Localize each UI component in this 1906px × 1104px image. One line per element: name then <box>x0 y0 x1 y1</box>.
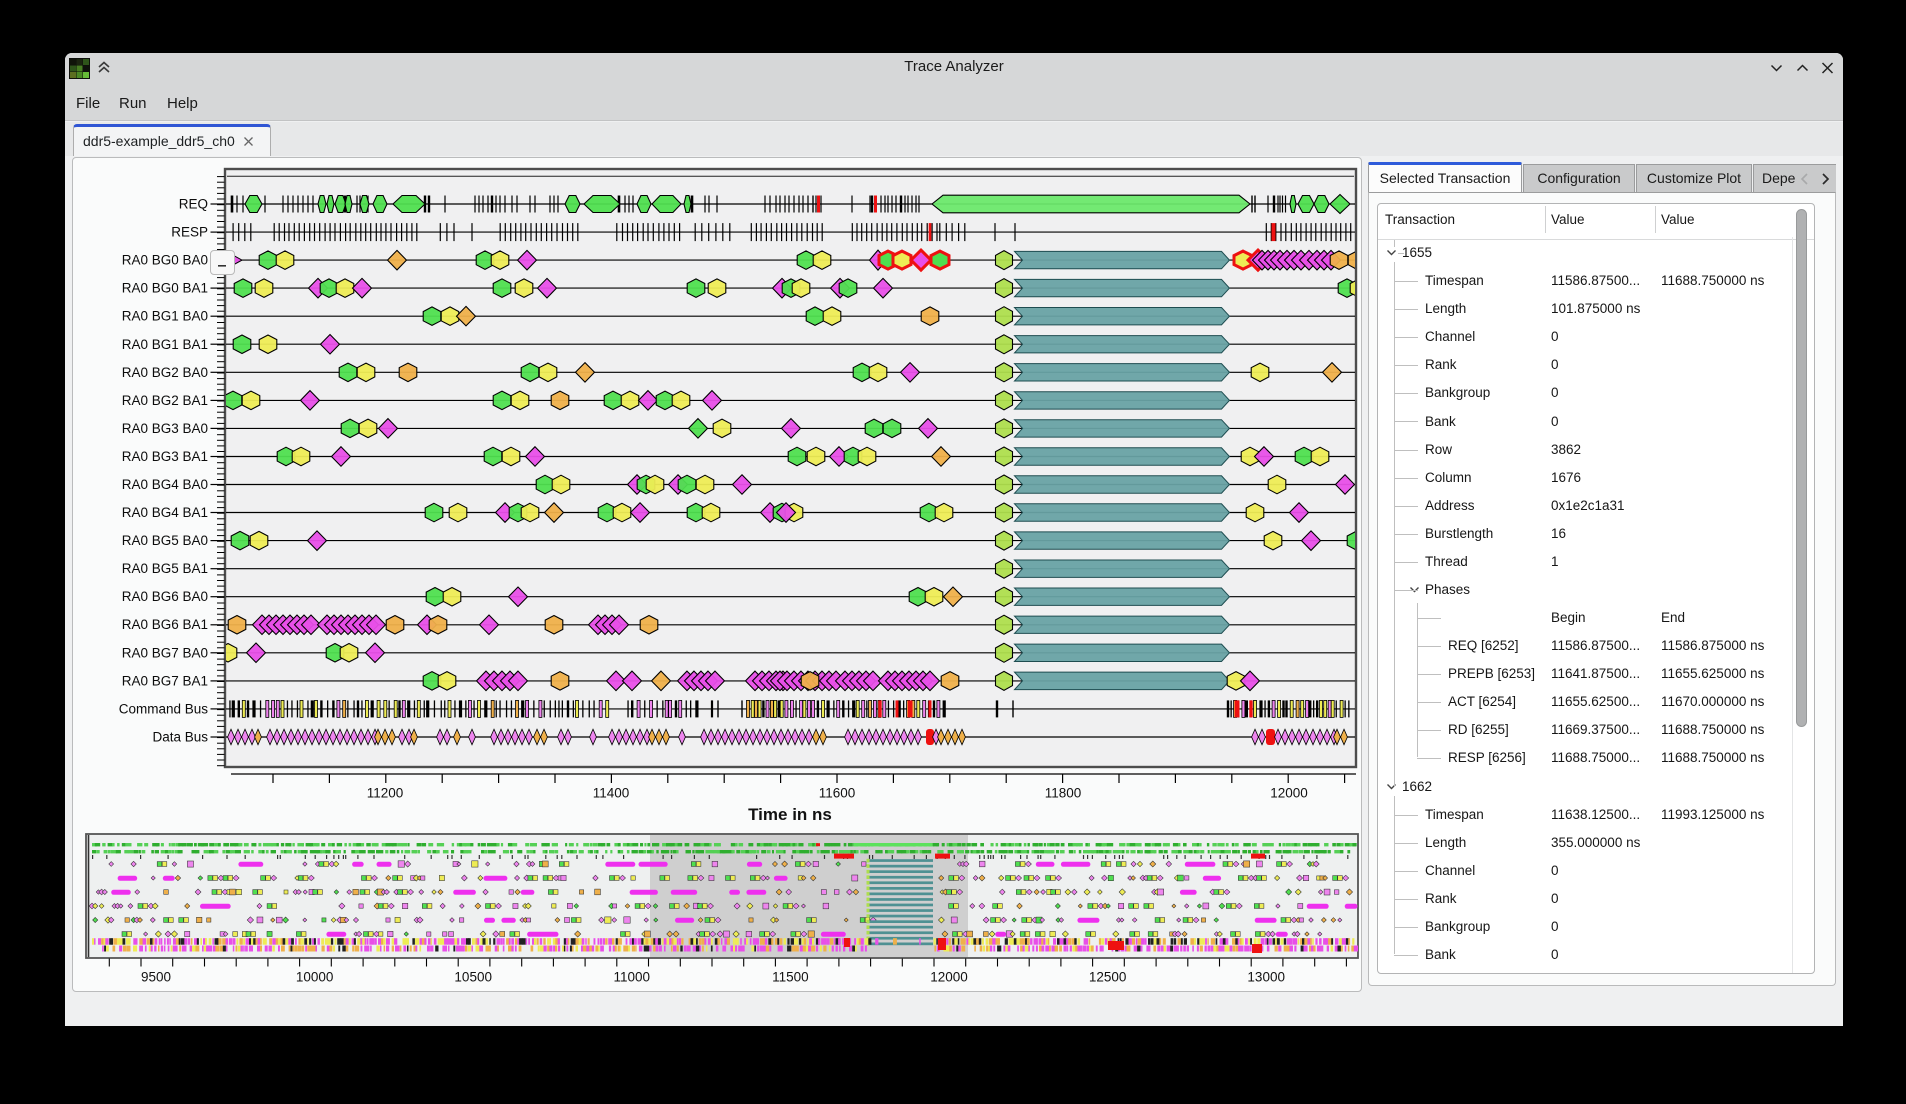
svg-text:RA0 BG0 BA0: RA0 BG0 BA0 <box>122 253 208 268</box>
svg-text:RESP: RESP <box>171 225 208 240</box>
svg-text:11000: 11000 <box>614 970 651 985</box>
svg-text:11200: 11200 <box>367 786 404 801</box>
svg-text:RA0 BG7 BA1: RA0 BG7 BA1 <box>122 673 208 688</box>
svg-text:Data Bus: Data Bus <box>152 730 208 745</box>
svg-text:12500: 12500 <box>1089 970 1127 985</box>
svg-text:RA0 BG2 BA0: RA0 BG2 BA0 <box>122 365 208 380</box>
svg-text:RA0 BG7 BA0: RA0 BG7 BA0 <box>122 645 208 660</box>
svg-text:RA0 BG1 BA0: RA0 BG1 BA0 <box>122 309 208 324</box>
svg-text:11600: 11600 <box>819 786 856 801</box>
svg-text:RA0 BG1 BA1: RA0 BG1 BA1 <box>122 337 208 352</box>
svg-text:RA0 BG4 BA0: RA0 BG4 BA0 <box>122 477 208 492</box>
svg-text:RA0 BG5 BA0: RA0 BG5 BA0 <box>122 533 208 548</box>
svg-text:RA0 BG6 BA1: RA0 BG6 BA1 <box>122 617 208 632</box>
svg-text:11500: 11500 <box>772 970 809 985</box>
svg-text:RA0 BG5 BA1: RA0 BG5 BA1 <box>122 561 208 576</box>
svg-text:RA0 BG0 BA1: RA0 BG0 BA1 <box>122 281 208 296</box>
svg-text:10500: 10500 <box>454 970 492 985</box>
svg-text:11800: 11800 <box>1045 786 1082 801</box>
svg-text:RA0 BG6 BA0: RA0 BG6 BA0 <box>122 589 208 604</box>
svg-text:10000: 10000 <box>296 970 334 985</box>
svg-text:RA0 BG4 BA1: RA0 BG4 BA1 <box>122 505 208 520</box>
svg-text:REQ: REQ <box>179 197 208 212</box>
svg-text:11400: 11400 <box>593 786 630 801</box>
svg-text:Command Bus: Command Bus <box>119 701 209 716</box>
svg-text:12000: 12000 <box>1270 786 1308 801</box>
svg-text:RA0 BG3 BA0: RA0 BG3 BA0 <box>122 421 208 436</box>
svg-text:13000: 13000 <box>1247 970 1285 985</box>
svg-text:9500: 9500 <box>141 970 171 985</box>
svg-text:Time in ns: Time in ns <box>748 805 832 824</box>
svg-text:RA0 BG2 BA1: RA0 BG2 BA1 <box>122 393 208 408</box>
svg-text:12000: 12000 <box>930 970 968 985</box>
svg-text:RA0 BG3 BA1: RA0 BG3 BA1 <box>122 449 208 464</box>
